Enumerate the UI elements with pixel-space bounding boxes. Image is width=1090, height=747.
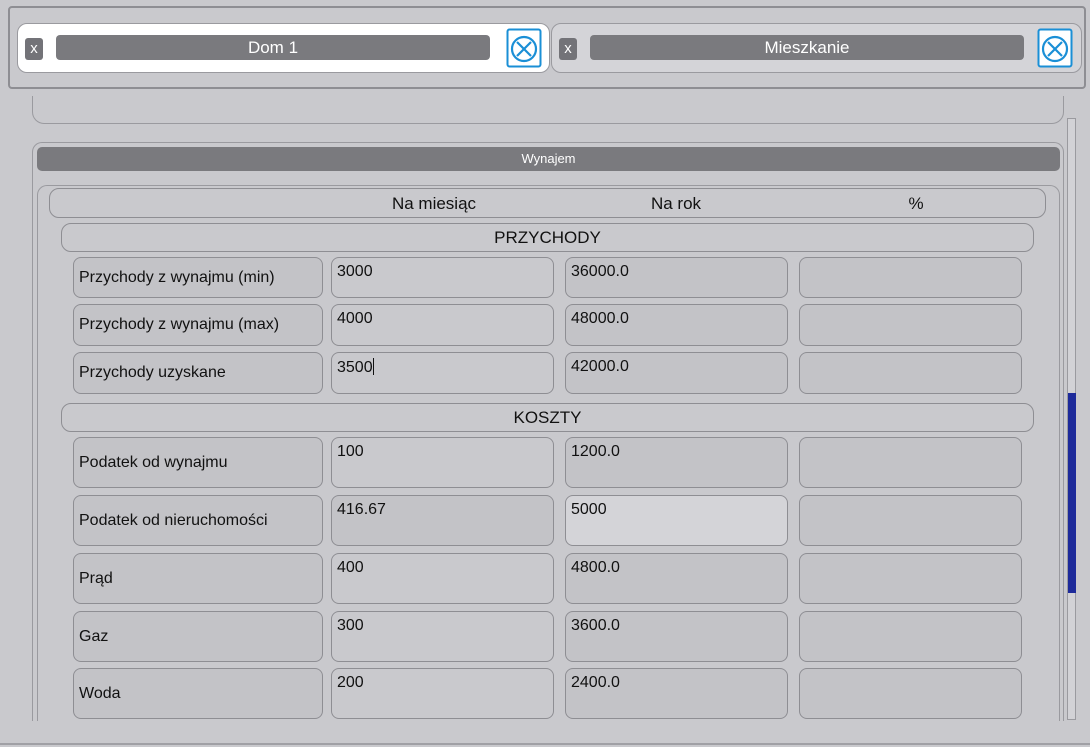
monthly-input[interactable]: 100 [331,437,554,488]
percent-value[interactable] [799,495,1022,546]
row-label: Przychody uzyskane [73,352,323,394]
percent-value[interactable] [799,611,1022,662]
tab-mieszkanie[interactable]: x Mieszkanie [551,23,1082,73]
tab-label[interactable]: Mieszkanie [590,35,1024,60]
yearly-value[interactable]: 4800.0 [565,553,788,604]
column-header-percent: % [908,194,924,213]
tab-dom-1[interactable]: x Dom 1 [17,23,550,73]
previous-section-card [32,96,1064,124]
circle-x-icon[interactable] [506,28,542,68]
percent-value[interactable] [799,668,1022,719]
row-label: Przychody z wynajmu (min) [73,257,323,298]
percent-value[interactable] [799,553,1022,604]
circle-x-icon[interactable] [1037,28,1073,68]
scrollbar-thumb[interactable] [1068,393,1076,593]
percent-value[interactable] [799,257,1022,298]
percent-value[interactable] [799,352,1022,394]
yearly-value[interactable]: 42000.0 [565,352,788,394]
yearly-value[interactable]: 3600.0 [565,611,788,662]
row-label: Prąd [73,553,323,604]
monthly-input[interactable]: 4000 [331,304,554,346]
monthly-input[interactable]: 300 [331,611,554,662]
column-header-yearly: Na rok [650,194,702,213]
row-label: Gaz [73,611,323,662]
section-header-revenue: PRZYCHODY [61,223,1034,252]
monthly-value[interactable]: 416.67 [331,495,554,546]
monthly-input[interactable]: 400 [331,553,554,604]
tab-close-button[interactable]: x [559,38,577,60]
percent-value[interactable] [799,304,1022,346]
column-header-monthly: Na miesiąc [391,194,477,213]
tab-label[interactable]: Dom 1 [56,35,490,60]
yearly-value[interactable]: 48000.0 [565,304,788,346]
input-value: 3500 [337,359,373,376]
text-caret [372,358,374,375]
monthly-input-focused[interactable]: 3500 [331,352,554,394]
row-label: Podatek od nieruchomości [73,495,323,546]
yearly-input[interactable]: 5000 [565,495,788,546]
yearly-value[interactable]: 2400.0 [565,668,788,719]
bottom-divider [0,743,1090,745]
row-label: Przychody z wynajmu (max) [73,304,323,346]
monthly-input[interactable]: 200 [331,668,554,719]
row-label: Podatek od wynajmu [73,437,323,488]
tab-close-button[interactable]: x [25,38,43,60]
percent-value[interactable] [799,437,1022,488]
yearly-value[interactable]: 1200.0 [565,437,788,488]
yearly-value[interactable]: 36000.0 [565,257,788,298]
monthly-input[interactable]: 3000 [331,257,554,298]
tab-bar: x Dom 1 x Mieszkanie [8,6,1086,89]
app-window: x Dom 1 x Mieszkanie Wynajem Na miesiąc … [0,0,1090,747]
column-headers: Na miesiąc Na rok % [49,188,1046,218]
section-header-costs: KOSZTY [61,403,1034,432]
panel-title: Wynajem [37,147,1060,171]
row-label: Woda [73,668,323,719]
